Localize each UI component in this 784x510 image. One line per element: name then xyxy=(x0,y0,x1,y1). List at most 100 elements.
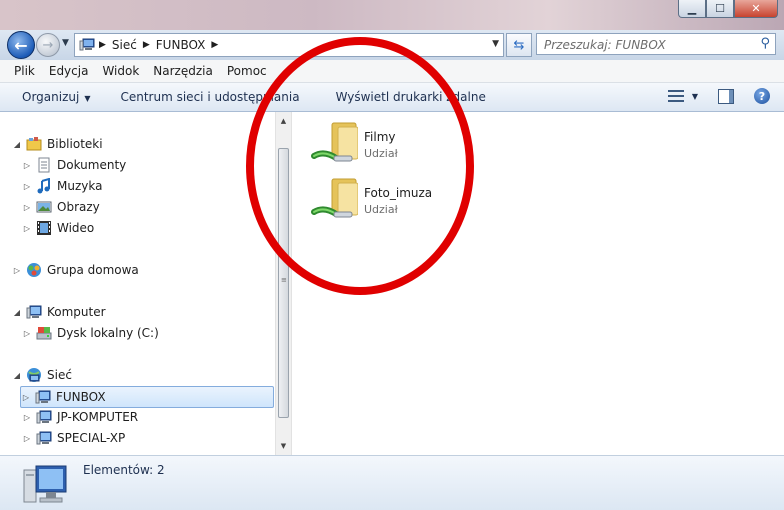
organize-button[interactable]: Organizuj ▼ xyxy=(0,90,98,104)
help-icon[interactable]: ? xyxy=(754,88,770,104)
tree-item-music[interactable]: ▷ Muzyka xyxy=(22,176,102,196)
expand-arrow-icon[interactable]: ▷ xyxy=(22,182,32,191)
preview-pane-icon[interactable] xyxy=(718,88,734,104)
navigation-scrollbar[interactable]: ▲ ≡ ▼ xyxy=(275,112,292,455)
libraries-icon xyxy=(26,137,42,151)
share-name: Filmy xyxy=(364,130,396,144)
expand-arrow-icon[interactable]: ▷ xyxy=(12,266,22,275)
back-button[interactable]: ← xyxy=(7,31,35,59)
menu-file[interactable]: Plik xyxy=(0,64,42,78)
tree-item-documents[interactable]: ▷ Dokumenty xyxy=(22,155,126,175)
computer-icon xyxy=(26,305,42,319)
expand-arrow-icon[interactable]: ▷ xyxy=(22,203,32,212)
breadcrumb-funbox[interactable]: FUNBOX xyxy=(156,38,206,52)
expand-arrow-icon[interactable]: ▷ xyxy=(21,393,31,402)
breadcrumb-separator-icon: ▶ xyxy=(142,40,150,50)
tree-item-label: Dokumenty xyxy=(57,158,127,172)
close-icon: ✕ xyxy=(751,2,761,15)
tree-item-funbox[interactable]: ▷ FUNBOX xyxy=(20,386,274,408)
collapse-arrow-icon[interactable]: ◢ xyxy=(12,140,22,149)
chevron-down-icon: ▼ xyxy=(62,38,69,48)
tree-item-computer[interactable]: ◢ Komputer xyxy=(12,302,106,322)
details-pane: Elementów: 2 xyxy=(0,455,784,510)
music-icon xyxy=(37,178,50,194)
homegroup-icon xyxy=(27,263,41,277)
menu-bar: Plik Edycja Widok Narzędzia Pomoc xyxy=(0,60,784,83)
breadcrumb-network[interactable]: Sieć xyxy=(112,38,137,52)
window-title-bar: ▁ ☐ ✕ xyxy=(0,0,784,30)
expand-arrow-icon[interactable]: ▷ xyxy=(22,329,32,338)
tree-item-local-disk[interactable]: ▷ Dysk lokalny (C:) xyxy=(22,323,159,343)
tree-item-label: SPECIAL-XP xyxy=(57,431,126,445)
close-button[interactable]: ✕ xyxy=(734,0,778,18)
breadcrumb-separator-icon: ▶ xyxy=(211,40,219,50)
forward-arrow-icon: → xyxy=(42,37,54,53)
tree-item-label: Komputer xyxy=(47,305,106,319)
tree-item-pictures[interactable]: ▷ Obrazy xyxy=(22,197,100,217)
tree-item-label: JP-KOMPUTER xyxy=(57,410,139,424)
shared-folder-icon xyxy=(311,122,358,162)
view-options-chevron-icon[interactable]: ▼ xyxy=(692,92,698,101)
network-icon xyxy=(79,38,95,51)
view-options-icon[interactable] xyxy=(667,89,684,103)
search-icon[interactable]: ⚲ xyxy=(760,36,770,51)
tree-item-homegroup[interactable]: ▷ Grupa domowa xyxy=(12,260,139,280)
computer-icon xyxy=(23,465,67,503)
scroll-down-icon[interactable]: ▼ xyxy=(276,439,291,453)
minimize-button[interactable]: ▁ xyxy=(678,0,706,18)
share-item-foto-imuza[interactable]: Foto_imuza Udział xyxy=(310,176,510,230)
tree-item-label: Wideo xyxy=(57,221,95,235)
expand-arrow-icon[interactable]: ▷ xyxy=(22,224,32,233)
tree-item-special-xp[interactable]: ▷ SPECIAL-XP xyxy=(22,428,125,448)
network-computer-icon xyxy=(36,410,52,424)
menu-tools[interactable]: Narzędzia xyxy=(146,64,220,78)
address-bar[interactable]: ▶ Sieć ▶ FUNBOX ▶ ▼ xyxy=(74,33,504,57)
tree-item-label: Obrazy xyxy=(57,200,100,214)
documents-icon xyxy=(38,157,50,173)
tree-item-video[interactable]: ▷ Wideo xyxy=(22,218,94,238)
breadcrumb-separator-icon: ▶ xyxy=(99,40,106,50)
expand-arrow-icon[interactable]: ▷ xyxy=(22,413,32,422)
organize-label: Organizuj xyxy=(22,90,80,104)
menu-help[interactable]: Pomoc xyxy=(220,64,274,78)
file-list: Filmy Udział Foto_imuza Udział xyxy=(292,112,784,455)
tree-item-jp-komputer[interactable]: ▷ JP-KOMPUTER xyxy=(22,407,138,427)
remote-printers-button[interactable]: Wyświetl drukarki zdalne xyxy=(328,90,494,104)
expand-arrow-icon[interactable]: ▷ xyxy=(22,434,32,443)
expand-arrow-icon[interactable]: ▷ xyxy=(22,161,32,170)
address-dropdown-icon[interactable]: ▼ xyxy=(492,39,499,49)
tree-item-label: Dysk lokalny (C:) xyxy=(57,326,159,340)
share-text: Foto_imuza Udział xyxy=(364,176,432,230)
minimize-icon: ▁ xyxy=(687,2,697,15)
back-arrow-icon: ← xyxy=(14,35,28,55)
share-text: Filmy Udział xyxy=(364,120,398,174)
shared-folder-icon xyxy=(311,178,358,218)
scrollbar-grip-icon: ≡ xyxy=(281,276,287,284)
network-icon xyxy=(27,368,41,382)
window-controls: ▁ ☐ ✕ xyxy=(678,0,778,18)
refresh-button[interactable]: ⇆ xyxy=(506,33,532,57)
forward-button[interactable]: → xyxy=(36,33,60,57)
share-item-filmy[interactable]: Filmy Udział xyxy=(310,120,510,174)
collapse-arrow-icon[interactable]: ◢ xyxy=(12,308,22,317)
scrollbar-thumb[interactable]: ≡ xyxy=(278,148,289,418)
command-bar: Organizuj ▼ Centrum sieci i udostępniania… xyxy=(0,83,784,112)
tree-item-libraries[interactable]: ◢ Biblioteki xyxy=(12,134,103,154)
maximize-button[interactable]: ☐ xyxy=(706,0,734,18)
menu-edit[interactable]: Edycja xyxy=(42,64,96,78)
search-input[interactable] xyxy=(542,35,746,55)
share-name: Foto_imuza xyxy=(364,186,433,200)
tree-item-label: FUNBOX xyxy=(56,390,106,404)
command-bar-right: ▼ ? xyxy=(667,88,770,104)
recent-pages-button[interactable]: ▼ xyxy=(62,38,69,48)
scroll-up-icon[interactable]: ▲ xyxy=(276,114,291,128)
network-computer-icon xyxy=(36,431,52,445)
menu-view[interactable]: Widok xyxy=(95,64,146,78)
search-box[interactable]: ⚲ xyxy=(536,33,776,55)
network-center-button[interactable]: Centrum sieci i udostępniania xyxy=(112,90,307,104)
chevron-down-icon: ▼ xyxy=(84,94,91,103)
maximize-icon: ☐ xyxy=(715,2,725,15)
share-type: Udział xyxy=(364,203,398,216)
collapse-arrow-icon[interactable]: ◢ xyxy=(12,371,22,380)
tree-item-network[interactable]: ◢ Sieć xyxy=(12,365,72,385)
